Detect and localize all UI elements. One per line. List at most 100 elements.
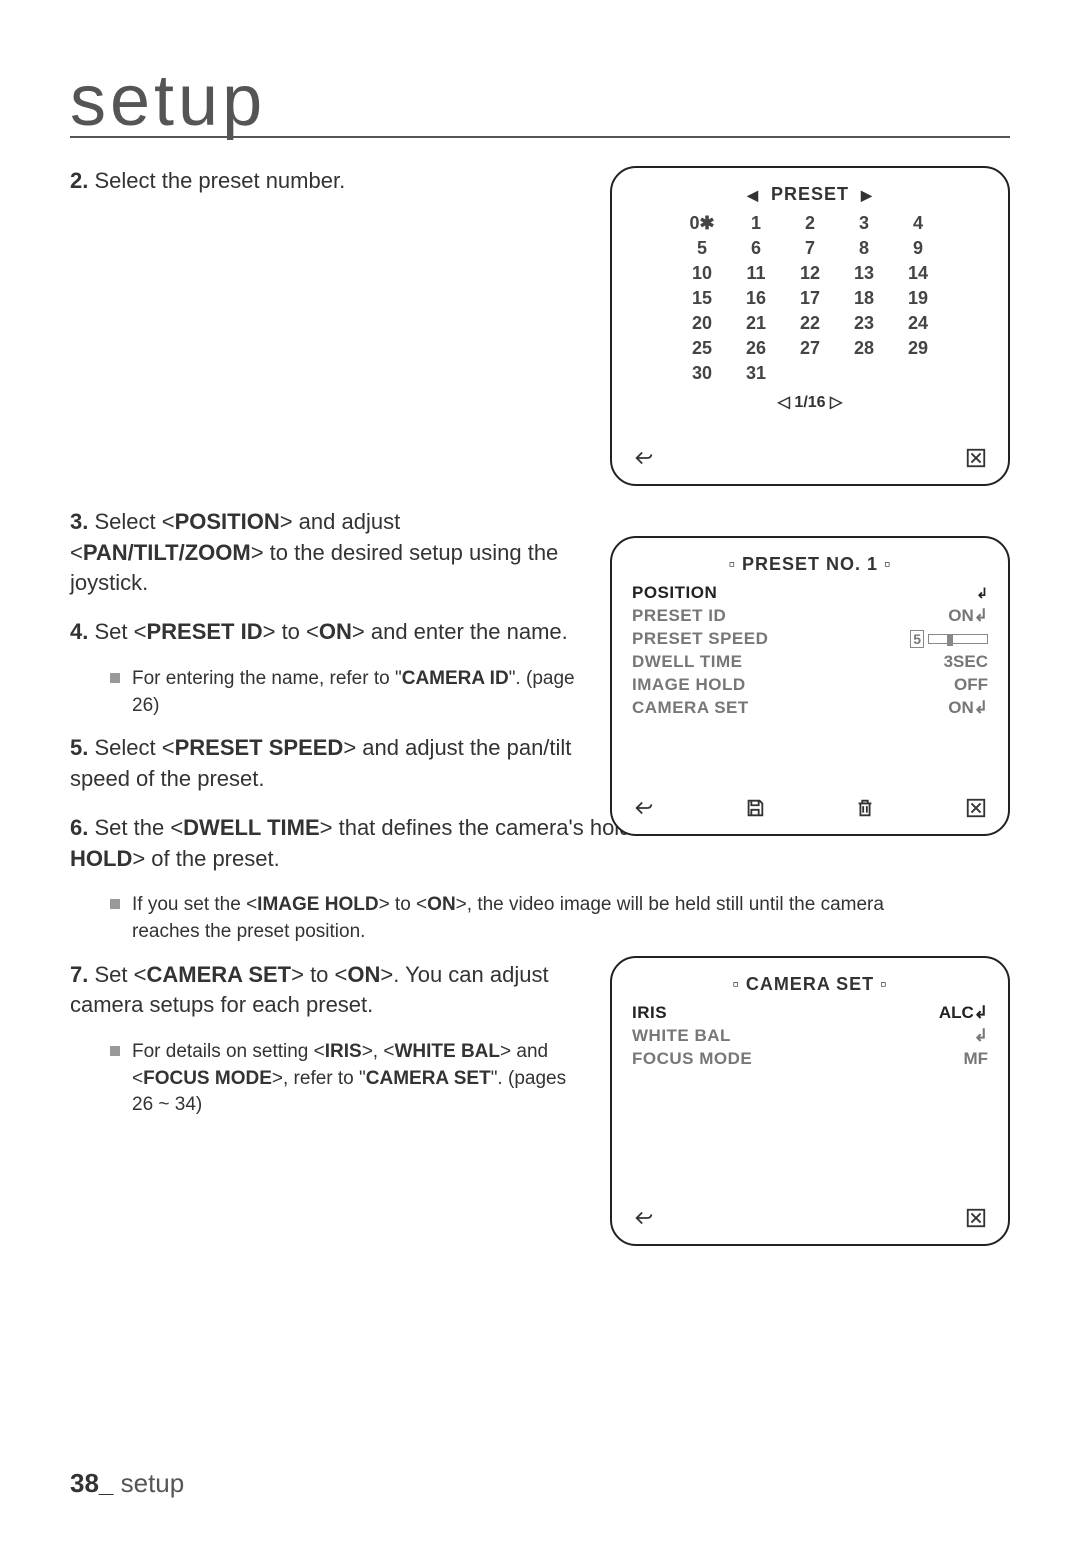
kw: ON bbox=[427, 894, 456, 915]
step-4: 4. Set <PRESET ID> to <ON> and enter the… bbox=[70, 617, 590, 648]
step-4-text: Set <PRESET ID> to <ON> and enter the na… bbox=[94, 619, 567, 644]
value: ↲ bbox=[974, 1026, 988, 1046]
slider-num: 5 bbox=[910, 630, 924, 648]
value-slider: 5 bbox=[910, 630, 988, 648]
t: > to < bbox=[263, 619, 319, 644]
t: >, refer to " bbox=[272, 1068, 366, 1089]
preset-number-cell: 18 bbox=[842, 288, 886, 309]
t: > and enter the name. bbox=[352, 619, 568, 644]
value: OFF bbox=[954, 675, 988, 695]
preset-number-cell: 19 bbox=[896, 288, 940, 309]
value: ↲ bbox=[976, 585, 988, 602]
kw: PRESET SPEED bbox=[175, 735, 344, 760]
kw: ON bbox=[319, 619, 352, 644]
preset-number-cell: 10 bbox=[680, 263, 724, 284]
close-icon bbox=[964, 796, 988, 820]
preset-number-cell: 28 bbox=[842, 338, 886, 359]
step-6-num: 6. bbox=[70, 815, 88, 840]
preset-number-cell: 30 bbox=[680, 363, 724, 384]
t: Select < bbox=[94, 509, 174, 534]
preset-number-cell: 17 bbox=[788, 288, 832, 309]
t: For entering the name, refer to " bbox=[132, 668, 402, 689]
preset-number-cell: 1 bbox=[734, 213, 778, 234]
t: For details on setting < bbox=[132, 1041, 325, 1062]
osd-title: ▫ PRESET NO. 1 ▫ bbox=[632, 554, 988, 575]
preset-number-cell: 24 bbox=[896, 313, 940, 334]
label: IMAGE HOLD bbox=[632, 675, 746, 695]
t: > to < bbox=[379, 894, 428, 915]
step-4-num: 4. bbox=[70, 619, 88, 644]
step-7-note: For details on setting <IRIS>, <WHITE BA… bbox=[110, 1039, 590, 1119]
t: Set < bbox=[94, 962, 146, 987]
row-preset-id: PRESET ID ON↲ bbox=[632, 606, 988, 626]
step-7-text: Set <CAMERA SET> to <ON>. You can adjust… bbox=[70, 962, 549, 1018]
step-3: 3. Select <POSITION> and adjust <PAN/TIL… bbox=[70, 507, 590, 599]
osd-bottom-icons bbox=[632, 796, 988, 820]
step-5: 5. Select <PRESET SPEED> and adjust the … bbox=[70, 733, 590, 795]
preset-number-cell: 9 bbox=[896, 238, 940, 259]
back-icon bbox=[632, 796, 656, 820]
row-image-hold: IMAGE HOLD OFF bbox=[632, 675, 988, 695]
kw: IRIS bbox=[325, 1041, 362, 1062]
t: If you set the < bbox=[132, 894, 257, 915]
preset-number-cell: 2 bbox=[788, 213, 832, 234]
preset-number-cell: 12 bbox=[788, 263, 832, 284]
t: > of the preset. bbox=[132, 846, 279, 871]
value: ALC↲ bbox=[939, 1003, 988, 1023]
value: ON↲ bbox=[948, 698, 988, 718]
row-position: POSITION ↲ bbox=[632, 583, 988, 603]
delete-icon bbox=[853, 796, 877, 820]
value: MF bbox=[963, 1049, 988, 1069]
left-arrow-icon: ◀ bbox=[747, 187, 759, 204]
step-2-text: Select the preset number. bbox=[94, 168, 345, 193]
preset-number-cell: 22 bbox=[788, 313, 832, 334]
osd-title: ◀ PRESET ▶ bbox=[632, 184, 988, 205]
page-footer: 38_ setup bbox=[70, 1468, 184, 1499]
kw: PAN/TILT/ZOOM bbox=[83, 540, 251, 565]
row-iris: IRIS ALC↲ bbox=[632, 1003, 988, 1023]
osd-menu-list: POSITION ↲ PRESET ID ON↲ PRESET SPEED 5 … bbox=[632, 583, 988, 718]
kw: CAMERA SET bbox=[146, 962, 291, 987]
step-4-note: For entering the name, refer to "CAMERA … bbox=[110, 666, 590, 719]
kw: PRESET ID bbox=[146, 619, 262, 644]
preset-number-cell: 13 bbox=[842, 263, 886, 284]
steps-column-2: 7. Set <CAMERA SET> to <ON>. You can adj… bbox=[70, 960, 590, 1119]
preset-number-cell: 21 bbox=[734, 313, 778, 334]
osd-title-text: PRESET bbox=[771, 184, 849, 204]
right-arrow-icon: ▶ bbox=[861, 187, 873, 204]
kw: FOCUS MODE bbox=[143, 1068, 272, 1089]
kw: DWELL TIME bbox=[183, 815, 319, 840]
row-preset-speed: PRESET SPEED 5 bbox=[632, 629, 988, 649]
kw: ON bbox=[347, 962, 380, 987]
label: POSITION bbox=[632, 583, 717, 603]
save-icon bbox=[743, 796, 767, 820]
preset-number-cell: 29 bbox=[896, 338, 940, 359]
kw: CAMERA ID bbox=[402, 668, 509, 689]
preset-number-cell: 5 bbox=[680, 238, 724, 259]
preset-number-cell: 15 bbox=[680, 288, 724, 309]
step-2-num: 2. bbox=[70, 168, 88, 193]
step-3-text: Select <POSITION> and adjust <PAN/TILT/Z… bbox=[70, 509, 558, 596]
label: WHITE BAL bbox=[632, 1026, 731, 1046]
label: CAMERA SET bbox=[632, 698, 749, 718]
back-icon bbox=[632, 1206, 656, 1230]
preset-number-cell: 0✱ bbox=[680, 213, 724, 234]
enter-icon: ↲ bbox=[976, 585, 988, 602]
steps-column: 2. Select the preset number. 3. Select <… bbox=[70, 166, 590, 795]
label: FOCUS MODE bbox=[632, 1049, 752, 1069]
preset-number-cell: 16 bbox=[734, 288, 778, 309]
preset-number-cell: 31 bbox=[734, 363, 778, 384]
step-7-num: 7. bbox=[70, 962, 88, 987]
t: Set < bbox=[94, 619, 146, 644]
label: DWELL TIME bbox=[632, 652, 742, 672]
kw: IMAGE HOLD bbox=[257, 894, 378, 915]
osd-bottom-icons bbox=[632, 446, 988, 470]
row-white-bal: WHITE BAL ↲ bbox=[632, 1026, 988, 1046]
t: Select < bbox=[94, 735, 174, 760]
row-focus-mode: FOCUS MODE MF bbox=[632, 1049, 988, 1069]
label: PRESET ID bbox=[632, 606, 726, 626]
back-icon bbox=[632, 446, 656, 470]
preset-number-cell: 6 bbox=[734, 238, 778, 259]
value: ON↲ bbox=[948, 606, 988, 626]
osd-screen-preset-grid: ◀ PRESET ▶ 0✱123456789101112131415161718… bbox=[610, 166, 1010, 486]
